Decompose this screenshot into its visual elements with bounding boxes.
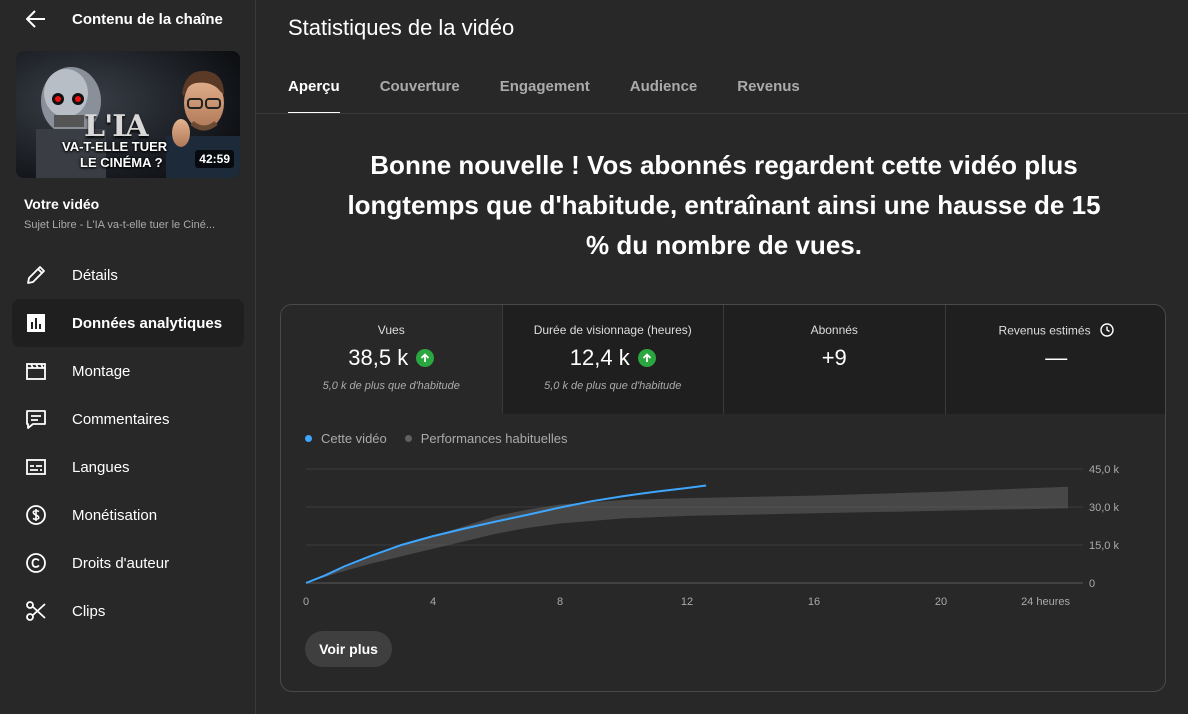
sidebar-item-label: Clips	[72, 602, 106, 620]
sidebar-item-clips[interactable]: Clips	[12, 587, 244, 635]
metric-label-row: Revenus estimés	[946, 323, 1166, 340]
sidebar-item-label: Commentaires	[72, 410, 170, 428]
chart-legend: Cette vidéo Performances habituelles	[305, 431, 585, 446]
typical-performance-band	[306, 486, 1068, 583]
metric-comparison: 5,0 k de plus que d'habitude	[544, 380, 682, 392]
x-tick-label: 24 heures	[1021, 596, 1070, 608]
sidebar-item-details[interactable]: Détails	[12, 251, 244, 299]
tab-engagement[interactable]: Engagement	[500, 78, 590, 114]
legend-dot	[404, 435, 412, 442]
thumbnail-title-line2: VA-T-ELLE TUER	[62, 139, 168, 154]
sidebar: Contenu de la chaîne L'IA VA-T-ELLE TUER…	[0, 0, 256, 714]
metric-value: —	[1045, 345, 1068, 370]
metric-value-row: 38,5 k	[281, 345, 502, 371]
y-tick-label: 15,0 k	[1089, 540, 1119, 552]
x-tick-label: 4	[430, 596, 436, 608]
tab-overview[interactable]: Aperçu	[288, 78, 340, 114]
legend-label: Cette vidéo	[321, 431, 387, 446]
metric-value-row: —	[946, 345, 1166, 371]
sidebar-header: Contenu de la chaîne	[0, 0, 256, 38]
tab-reach[interactable]: Couverture	[380, 78, 460, 114]
sidebar-item-monetization[interactable]: Monétisation	[12, 491, 244, 539]
thumbnail-title-line3: LE CINÉMA ?	[80, 155, 163, 170]
metric-subscribers[interactable]: Abonnés +9	[724, 305, 946, 414]
sidebar-nav: Détails Données analytiques Montage Comm…	[12, 251, 244, 635]
analytics-icon	[24, 311, 48, 335]
metric-label: Abonnés	[810, 323, 858, 337]
metric-label: Revenus estimés	[998, 323, 1091, 338]
tab-audience[interactable]: Audience	[630, 78, 698, 114]
back-arrow-icon[interactable]	[22, 6, 50, 32]
sidebar-item-editor[interactable]: Montage	[12, 347, 244, 395]
metric-value: 12,4 k	[569, 345, 630, 370]
pencil-icon	[24, 263, 48, 287]
clapperboard-icon	[24, 359, 48, 383]
tab-revenue[interactable]: Revenus	[737, 78, 800, 114]
copyright-icon	[24, 551, 48, 575]
comment-icon	[24, 407, 48, 431]
your-video-label: Votre vidéo	[24, 196, 100, 212]
y-tick-label: 30,0 k	[1089, 502, 1119, 514]
trend-up-icon	[637, 349, 656, 367]
sidebar-item-label: Détails	[72, 266, 118, 284]
sidebar-item-label: Droits d'auteur	[72, 554, 170, 572]
sidebar-item-comments[interactable]: Commentaires	[12, 395, 244, 443]
metric-cards: Vues 38,5 k 5,0 k de plus que d'habitude…	[281, 305, 1166, 414]
analytics-tabs: Aperçu Couverture Engagement Audience Re…	[288, 78, 840, 114]
metric-value-row: 12,4 k	[503, 345, 724, 371]
page-title: Statistiques de la vidéo	[288, 15, 515, 40]
sidebar-item-copyright[interactable]: Droits d'auteur	[12, 539, 244, 587]
sidebar-item-analytics[interactable]: Données analytiques	[12, 299, 244, 347]
legend-label: Performances habituelles	[420, 431, 568, 446]
metric-views[interactable]: Vues 38,5 k 5,0 k de plus que d'habitude	[281, 305, 503, 414]
legend-item-typical: Performances habituelles	[404, 431, 568, 446]
x-tick-label: 20	[935, 596, 947, 608]
clock-icon[interactable]	[1100, 323, 1114, 340]
scissors-icon	[24, 599, 48, 623]
x-tick-label: 8	[557, 596, 563, 608]
views-chart[interactable]: 0 15,0 k 30,0 k 45,0 k 0 4 8 12 16 20 24 heures	[281, 455, 1166, 615]
video-thumbnail[interactable]: L'IA VA-T-ELLE TUER LE CINÉMA ? 42:59	[16, 51, 240, 178]
x-tick-label: 16	[808, 596, 820, 608]
sidebar-item-label: Monétisation	[72, 506, 158, 524]
x-tick-label: 12	[681, 596, 693, 608]
metric-value: 38,5 k	[348, 345, 409, 370]
y-tick-label: 45,0 k	[1089, 464, 1119, 476]
insight-headline: Bonne nouvelle ! Vos abonnés regardent c…	[347, 150, 1101, 260]
tabs-divider	[256, 113, 1188, 114]
overview-card: Vues 38,5 k 5,0 k de plus que d'habitude…	[280, 304, 1166, 692]
video-title[interactable]: Sujet Libre - L'IA va-t-elle tuer le Cin…	[24, 219, 238, 231]
metric-estimated-revenue[interactable]: Revenus estimés —	[945, 305, 1166, 414]
sidebar-item-label: Langues	[72, 458, 130, 476]
legend-dot	[305, 435, 312, 442]
x-tick-label: 0	[303, 596, 309, 608]
metric-watch-time[interactable]: Durée de visionnage (heures) 12,4 k 5,0 …	[502, 305, 724, 414]
channel-content-title: Contenu de la chaîne	[72, 11, 223, 28]
main-content: Statistiques de la vidéo Aperçu Couvertu…	[256, 0, 1188, 714]
metric-comparison: 5,0 k de plus que d'habitude	[322, 380, 460, 392]
subtitles-icon	[24, 455, 48, 479]
sidebar-item-languages[interactable]: Langues	[12, 443, 244, 491]
metric-value: +9	[821, 345, 847, 370]
y-tick-label: 0	[1089, 578, 1095, 590]
metric-value-row: +9	[724, 345, 945, 371]
sidebar-item-label: Montage	[72, 362, 131, 380]
dollar-icon	[24, 503, 48, 527]
trend-up-icon	[416, 349, 435, 367]
sidebar-item-label: Données analytiques	[72, 314, 223, 332]
video-duration: 42:59	[195, 150, 234, 168]
legend-item-current: Cette vidéo	[305, 431, 387, 446]
see-more-button[interactable]: Voir plus	[305, 631, 392, 667]
metric-label: Vues	[377, 323, 405, 337]
metric-label: Durée de visionnage (heures)	[533, 323, 692, 337]
